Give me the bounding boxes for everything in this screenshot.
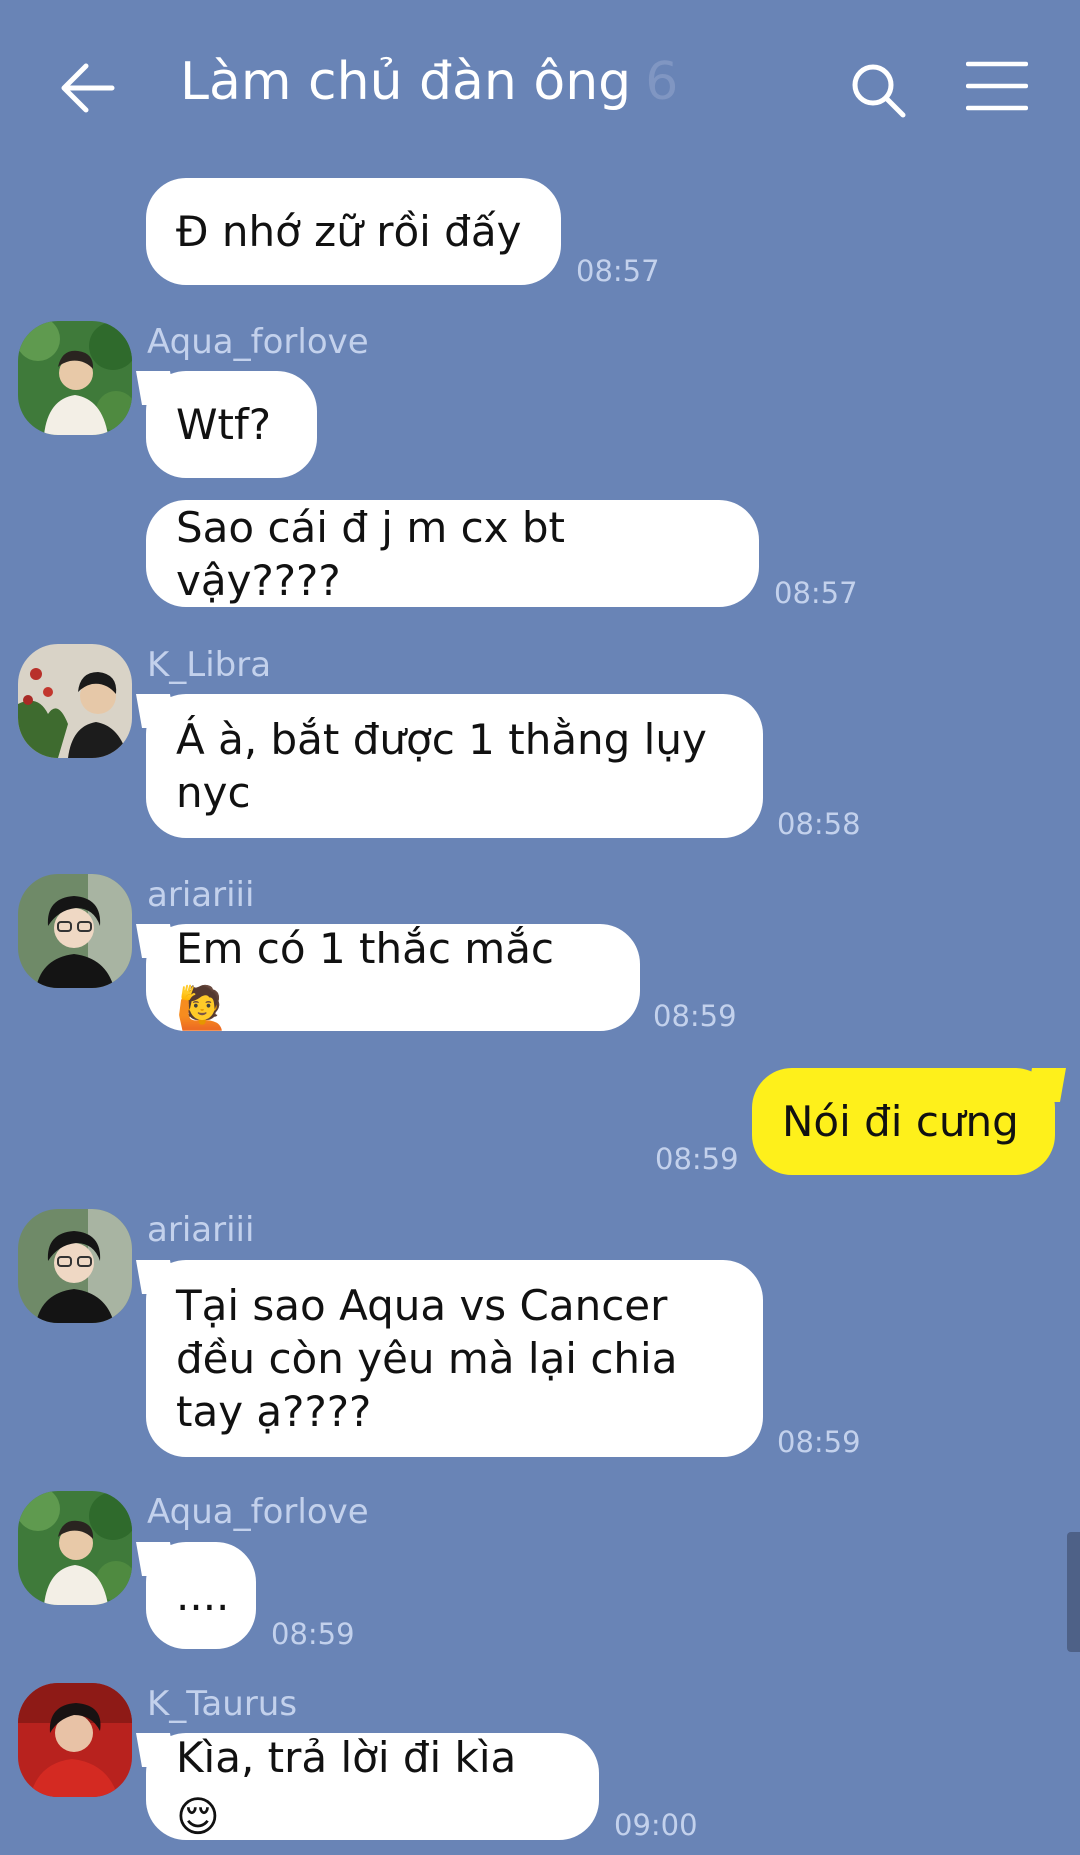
message-text: Kìa, trả lời đi kìa 😌 xyxy=(176,1731,563,1843)
message-bubble[interactable]: Kìa, trả lời đi kìa 😌 xyxy=(146,1731,599,1843)
message-text: Wtf? xyxy=(176,400,272,449)
sender-name: Aqua_forlove xyxy=(147,322,369,362)
chat-title[interactable]: Làm chủ đàn ông 6 xyxy=(180,52,678,112)
avatar[interactable] xyxy=(18,1491,132,1605)
chat-screen: Làm chủ đàn ông6 Đ nhớ zữ rồi đấy 08:57 xyxy=(0,0,1080,1855)
avatar-ariariii xyxy=(18,874,132,988)
back-button[interactable] xyxy=(58,58,118,118)
message-time: 08:57 xyxy=(774,576,858,610)
message-text: Em có 1 thắc mắc 🙋 xyxy=(176,922,604,1034)
message-bubble[interactable]: .... xyxy=(146,1542,256,1649)
avatar[interactable] xyxy=(18,321,132,435)
chat-header: Làm chủ đàn ông 6 xyxy=(0,0,1080,170)
message-text: Nói đi cưng xyxy=(782,1097,1019,1146)
message-bubble[interactable]: Em có 1 thắc mắc 🙋 xyxy=(146,922,640,1034)
avatar[interactable] xyxy=(18,874,132,988)
message-time: 08:59 xyxy=(655,1142,739,1176)
avatar[interactable] xyxy=(18,644,132,758)
my-message-bubble[interactable]: Nói đi cưng xyxy=(752,1068,1055,1175)
message-bubble[interactable]: Tại sao Aqua vs Cancer đều còn yêu mà lạ… xyxy=(146,1260,763,1457)
sender-name: K_Taurus xyxy=(147,1684,298,1724)
scrollbar-thumb[interactable] xyxy=(1067,1532,1080,1652)
message-time: 09:00 xyxy=(614,1808,698,1842)
avatar[interactable] xyxy=(18,1209,132,1323)
message-time: 08:57 xyxy=(576,254,660,288)
raising-hand-emoji: 🙋 xyxy=(176,982,229,1032)
member-count: 6 xyxy=(645,52,679,112)
search-icon xyxy=(852,64,906,118)
avatar-k-taurus xyxy=(18,1683,132,1797)
search-button[interactable] xyxy=(848,60,908,120)
message-time: 08:59 xyxy=(777,1425,861,1459)
message-bubble[interactable]: Sao cái đ j m cx bt vậy???? xyxy=(146,500,759,607)
avatar-aqua-forlove xyxy=(18,321,132,435)
message-text: Tại sao Aqua vs Cancer đều còn yêu mà lạ… xyxy=(176,1281,678,1436)
message-text: Sao cái đ j m cx bt vậy???? xyxy=(176,502,566,605)
message-time: 08:59 xyxy=(653,999,737,1033)
chat-title-text: Làm chủ đàn ông xyxy=(180,52,632,112)
sender-name: ariariii xyxy=(147,875,255,915)
sender-name: ariariii xyxy=(147,1210,255,1250)
message-text-body: Em có 1 thắc mắc xyxy=(176,923,555,973)
sender-name: K_Libra xyxy=(147,645,272,685)
arrow-left-icon xyxy=(61,63,115,113)
avatar-aqua-forlove xyxy=(18,1491,132,1605)
avatar-ariariii xyxy=(18,1209,132,1323)
message-text: Á à, bắt được 1 thằng lụy nyc xyxy=(176,715,707,817)
message-bubble[interactable]: Wtf? xyxy=(146,371,317,478)
message-text: .... xyxy=(176,1571,230,1620)
avatar[interactable] xyxy=(18,1683,132,1797)
hamburger-menu-icon xyxy=(965,61,1029,111)
message-bubble[interactable]: Á à, bắt được 1 thằng lụy nyc xyxy=(146,694,763,838)
message-time: 08:59 xyxy=(271,1617,355,1651)
relieved-face-emoji: 😌 xyxy=(176,1791,220,1841)
message-text-body: Kìa, trả lời đi kìa xyxy=(176,1732,517,1782)
message-bubble[interactable]: Đ nhớ zữ rồi đấy xyxy=(146,178,561,285)
message-time: 08:58 xyxy=(777,807,861,841)
avatar-k-libra xyxy=(18,644,132,758)
sender-name: Aqua_forlove xyxy=(147,1492,369,1532)
message-text: Đ nhớ zữ rồi đấy xyxy=(176,207,522,256)
menu-button[interactable] xyxy=(965,60,1029,112)
